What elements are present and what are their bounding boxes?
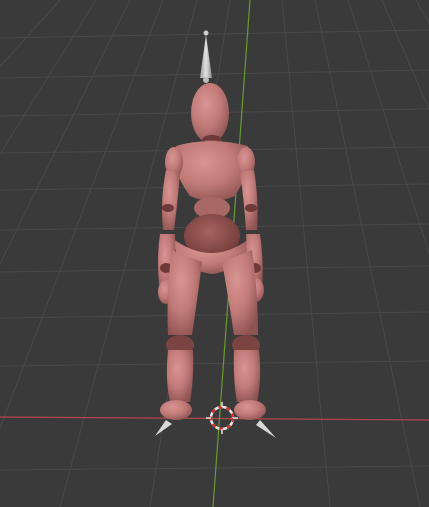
head xyxy=(191,83,229,143)
right-shin xyxy=(233,350,261,402)
left-foot xyxy=(160,400,192,420)
left-shin xyxy=(166,350,194,402)
right-foot xyxy=(234,400,266,420)
3d-viewport[interactable] xyxy=(0,0,429,507)
